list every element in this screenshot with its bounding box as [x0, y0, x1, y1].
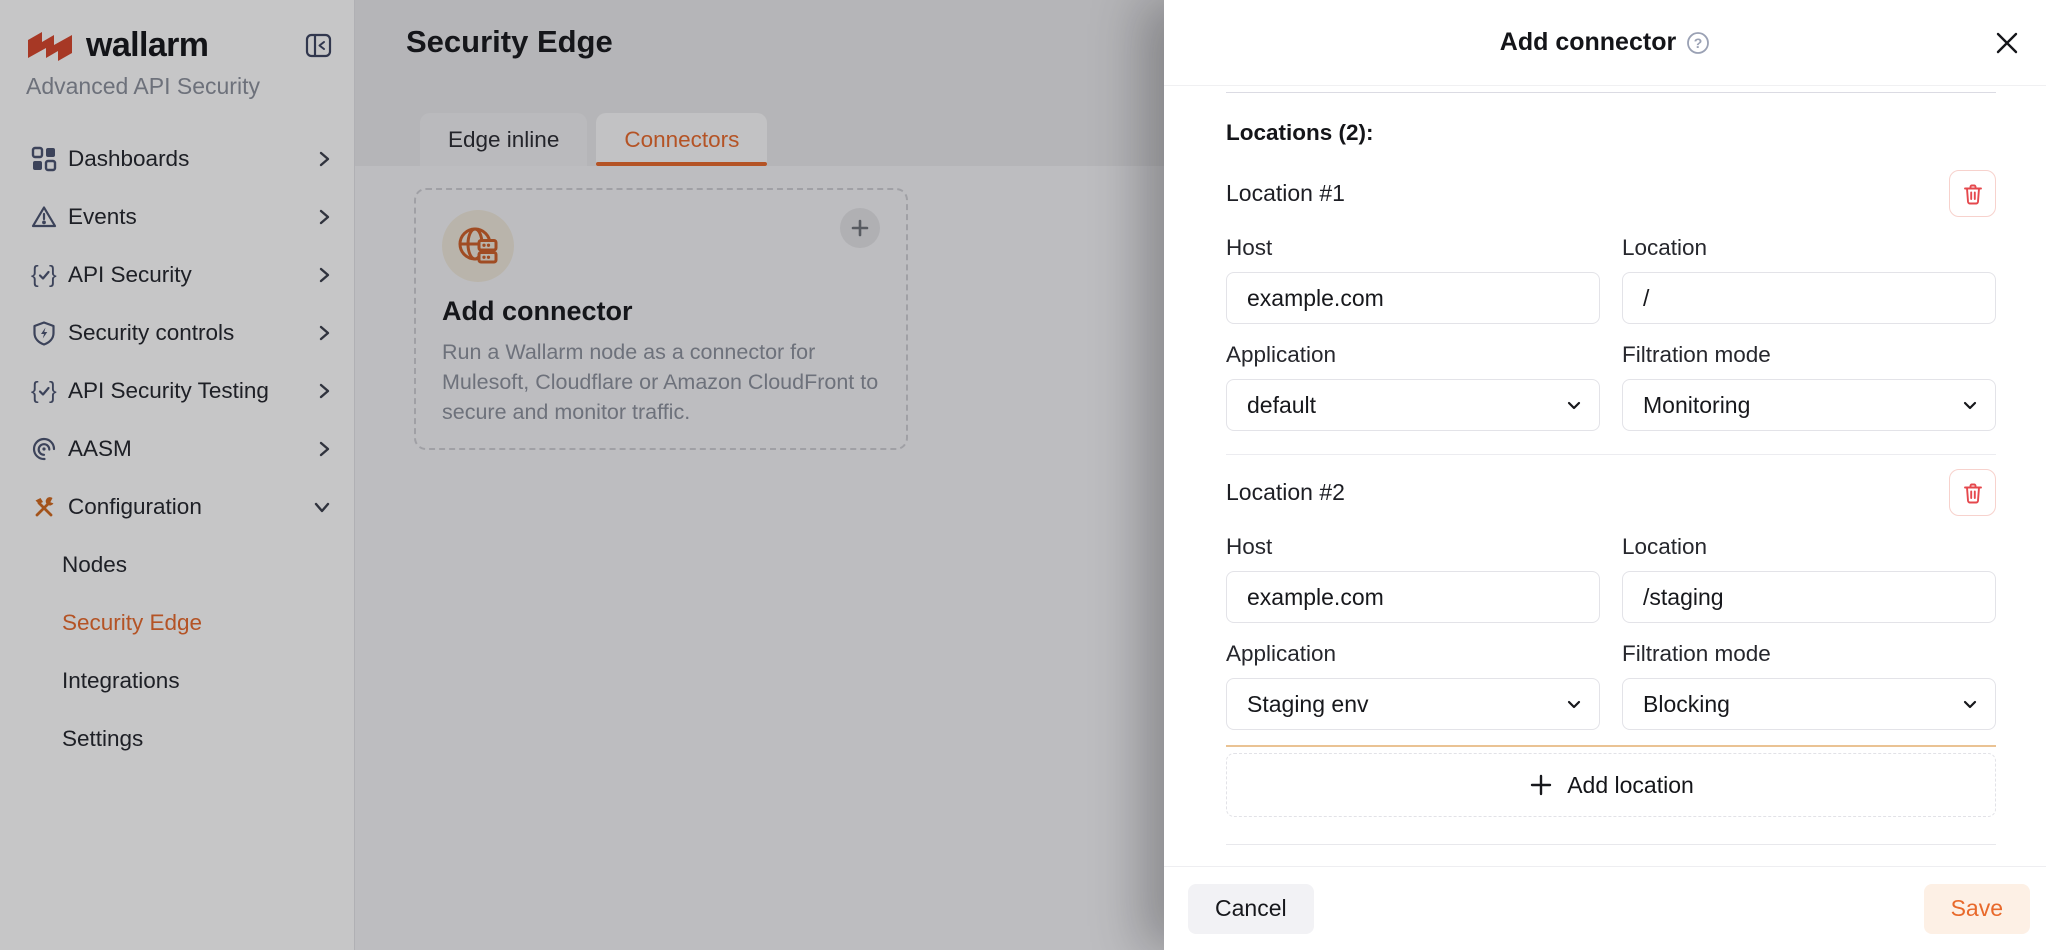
host-label: Host — [1226, 534, 1600, 560]
location-label: Location — [1622, 534, 1996, 560]
cancel-button[interactable]: Cancel — [1188, 884, 1314, 934]
modal-header: Add connector ? — [1164, 0, 2046, 86]
trash-icon — [1961, 481, 1985, 505]
location-1-host-row: Host Location — [1226, 235, 1996, 324]
delete-location-2-button[interactable] — [1949, 469, 1996, 516]
add-connector-modal: Add connector ? Locations (2): — [1164, 0, 2046, 950]
locations-heading: Locations (2): — [1226, 120, 1996, 146]
save-button[interactable]: Save — [1924, 884, 2030, 934]
select-value: default — [1247, 392, 1316, 419]
location-2-location-input[interactable] — [1622, 571, 1996, 623]
location-title: Location #1 — [1226, 180, 1345, 207]
filtration-mode-label: Filtration mode — [1622, 641, 1996, 667]
location-1-app-row: Application default Filtration mode Moni… — [1226, 342, 1996, 431]
svg-text:?: ? — [1694, 35, 1703, 51]
location-label: Location — [1622, 235, 1996, 261]
select-value: Blocking — [1643, 691, 1730, 718]
host-label: Host — [1226, 235, 1600, 261]
location-2-app-row: Application Staging env Filtration mode … — [1226, 641, 1996, 730]
trash-icon — [1961, 182, 1985, 206]
application-label: Application — [1226, 342, 1600, 368]
select-value: Staging env — [1247, 691, 1368, 718]
modal-backdrop[interactable] — [0, 0, 1164, 950]
close-icon — [1994, 30, 2020, 56]
help-icon: ? — [1686, 31, 1710, 55]
application-label: Application — [1226, 641, 1600, 667]
modal-title: Add connector — [1500, 28, 1676, 57]
location-2-application-select[interactable]: Staging env — [1226, 678, 1600, 730]
chevron-down-icon — [1565, 695, 1583, 713]
help-button[interactable]: ? — [1686, 31, 1710, 55]
filtration-mode-label: Filtration mode — [1622, 342, 1996, 368]
location-1-filtration-mode-select[interactable]: Monitoring — [1622, 379, 1996, 431]
add-location-button[interactable]: Add location — [1226, 753, 1996, 817]
add-location-label: Add location — [1567, 772, 1694, 799]
close-modal-button[interactable] — [1994, 30, 2020, 56]
section-end-divider — [1226, 844, 1996, 845]
select-value: Monitoring — [1643, 392, 1750, 419]
locations-divider — [1226, 454, 1996, 455]
location-1-header: Location #1 — [1226, 170, 1996, 217]
modal-footer: Cancel Save — [1164, 866, 2046, 950]
app-window: wallarm Advanced API Security — [0, 0, 2046, 950]
delete-location-1-button[interactable] — [1949, 170, 1996, 217]
plus-icon — [1528, 772, 1554, 798]
add-location-divider — [1226, 745, 1996, 747]
location-title: Location #2 — [1226, 479, 1345, 506]
location-1-location-input[interactable] — [1622, 272, 1996, 324]
location-2-filtration-mode-select[interactable]: Blocking — [1622, 678, 1996, 730]
location-2-host-row: Host Location — [1226, 534, 1996, 623]
location-1-application-select[interactable]: default — [1226, 379, 1600, 431]
chevron-down-icon — [1565, 396, 1583, 414]
location-1-host-input[interactable] — [1226, 272, 1600, 324]
modal-body: Locations (2): Location #1 — [1164, 86, 2046, 866]
chevron-down-icon — [1961, 695, 1979, 713]
chevron-down-icon — [1961, 396, 1979, 414]
location-2-header: Location #2 — [1226, 469, 1996, 516]
content-divider — [1226, 92, 1996, 93]
location-2-host-input[interactable] — [1226, 571, 1600, 623]
